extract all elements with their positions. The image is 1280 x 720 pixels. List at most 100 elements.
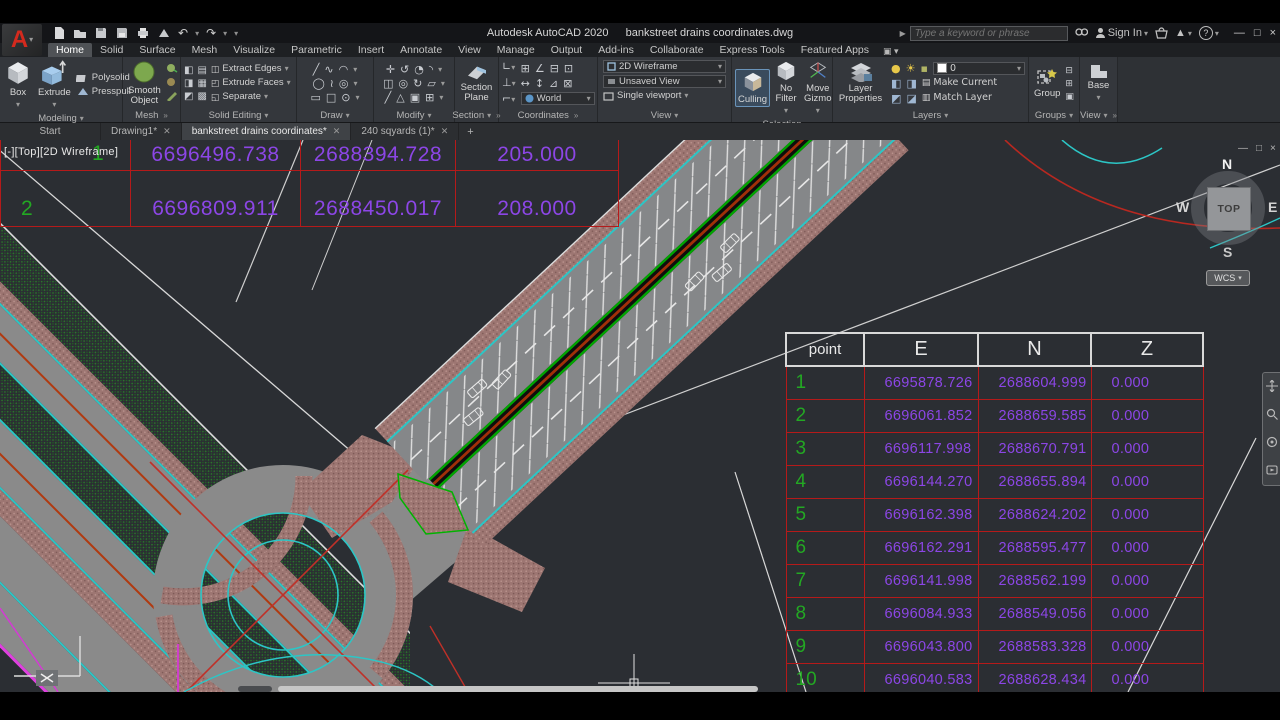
copy-icon[interactable]: ◫ (383, 77, 393, 90)
mirror-icon[interactable]: ◎ (399, 77, 409, 90)
orbit-icon[interactable] (1266, 436, 1278, 451)
hscroll-track-start[interactable] (238, 686, 272, 692)
viewport-config-button[interactable]: Single viewport▾ (603, 90, 726, 102)
new-file-button[interactable] (52, 26, 66, 40)
viewcube-south[interactable]: S (1223, 244, 1232, 260)
arc-icon[interactable]: ◠ (339, 63, 349, 76)
ucs-combo[interactable]: World▾ (521, 92, 595, 105)
search-icon[interactable] (1075, 27, 1088, 39)
polygon-icon[interactable]: □ (326, 91, 336, 104)
thicken-icon[interactable]: ▦ (197, 78, 206, 89)
help-menu[interactable]: ?▾ (1199, 26, 1219, 40)
navigation-bar[interactable] (1262, 372, 1280, 486)
tab-overflow-icon[interactable]: ▣ ▾ (877, 46, 905, 57)
save-as-button[interactable] (115, 26, 129, 40)
plot-button[interactable] (136, 26, 150, 40)
ucs-icon[interactable]: ∟▾ (502, 60, 516, 74)
tab-solid[interactable]: Solid (92, 43, 131, 57)
viewcube-west[interactable]: W (1176, 199, 1189, 215)
layer-off-icon[interactable]: ◩ (891, 92, 901, 105)
pan-icon[interactable] (1266, 380, 1278, 395)
publish-button[interactable] (157, 26, 171, 40)
visual-style-combo[interactable]: 2D Wireframe▾ (603, 60, 726, 73)
mesh-options-icon[interactable] (166, 91, 178, 103)
tab-surface[interactable]: Surface (131, 43, 183, 57)
tab-collaborate[interactable]: Collaborate (642, 43, 712, 57)
ucs-z-icon[interactable]: ⊡ (564, 62, 573, 75)
panel-label-solid-editing[interactable]: Solid Editing▾ (181, 109, 296, 122)
extrude-faces-button[interactable]: ◰Extrude Faces▾ (211, 77, 291, 89)
make-current-button[interactable]: ▤Make Current (922, 77, 997, 89)
tab-visualize[interactable]: Visualize (225, 43, 283, 57)
panel-label-layers[interactable]: Layers▾ (833, 109, 1028, 122)
no-filter-button[interactable]: No Filter▾ (773, 59, 799, 117)
array-icon[interactable]: ⊞ (425, 91, 434, 104)
viewcube-east[interactable]: E (1268, 199, 1277, 215)
group-select-icon[interactable]: ▣ (1065, 91, 1074, 102)
layer-freeze-icon[interactable]: ◨ (906, 77, 916, 90)
close-button[interactable]: × (1270, 143, 1276, 154)
viewcube[interactable]: TOP N S W E (1180, 160, 1276, 256)
shell-icon[interactable]: ▩ (197, 91, 206, 102)
line-icon[interactable]: ╱ (313, 63, 320, 76)
panel-label-mesh[interactable]: Mesh» (123, 109, 180, 122)
ucs-x-icon[interactable]: ∠ (535, 62, 545, 75)
close-icon[interactable]: ✕ (441, 126, 449, 137)
file-tab-240sqyards[interactable]: 240 sqyards (1)*✕ (351, 123, 459, 140)
zoom-icon[interactable] (1266, 408, 1278, 423)
panel-label-modify[interactable]: Modify▾ (374, 109, 454, 122)
horizontal-scrollbar[interactable] (278, 686, 758, 692)
panel-label-coordinates[interactable]: Coordinates» (499, 109, 597, 122)
ucs-named-icon[interactable]: ⊠ (563, 77, 572, 90)
named-view-combo[interactable]: Unsaved View▾ (603, 75, 726, 88)
redo-dropdown-icon[interactable]: ▾ (223, 29, 227, 38)
file-tab-bankstreet[interactable]: bankstreet drains coordinates*✕ (182, 123, 352, 140)
app-menu-button[interactable]: A▾ (2, 24, 42, 56)
match-layer-button[interactable]: ▥Match Layer (922, 92, 992, 104)
culling-button[interactable]: Culling (735, 69, 770, 107)
ucs-y-icon[interactable]: ⊟ (550, 62, 559, 75)
layer-lock-icon[interactable]: ◪ (906, 92, 916, 105)
file-tab-drawing1[interactable]: Drawing1*✕ (101, 123, 182, 140)
intersect-icon[interactable]: ◩ (184, 91, 193, 102)
panel-label-view-output[interactable]: View▾» (1080, 109, 1117, 122)
close-button[interactable]: × (1270, 27, 1276, 39)
app-store-icon[interactable] (1155, 27, 1168, 39)
search-input[interactable] (910, 26, 1068, 41)
section-plane-button[interactable]: Section Plane (458, 62, 495, 104)
extrude-button[interactable]: Extrude▾ (36, 59, 73, 111)
slice-icon[interactable]: ▤ (197, 65, 206, 76)
tab-annotate[interactable]: Annotate (392, 43, 450, 57)
close-icon[interactable]: ✕ (333, 126, 341, 137)
tab-parametric[interactable]: Parametric (283, 43, 350, 57)
restore-button[interactable]: □ (1256, 143, 1262, 154)
ucs-world-icon[interactable]: ⊞ (521, 62, 530, 75)
polyline-icon[interactable]: ∿ (324, 63, 333, 76)
viewport-controls-label[interactable]: [-][Top][2D Wireframe] (4, 146, 118, 158)
redo-button[interactable]: ↷ (206, 26, 216, 40)
erase-icon[interactable]: ╱ (385, 91, 392, 104)
tab-home[interactable]: Home (48, 43, 92, 57)
tab-output[interactable]: Output (543, 43, 591, 57)
save-button[interactable] (94, 26, 108, 40)
explode-icon[interactable]: △ (396, 91, 404, 104)
stretch-icon[interactable]: ▱ (427, 77, 435, 90)
minimize-button[interactable]: — (1234, 27, 1245, 39)
layer-on-icon[interactable]: ● (891, 62, 901, 75)
ucs-view-icon[interactable]: ↕ (535, 77, 544, 90)
ucs-previous-icon[interactable]: ⊥▾ (502, 76, 516, 90)
fillet-icon[interactable]: ◝ (429, 63, 433, 76)
rotate-icon[interactable]: ↺ (400, 63, 409, 76)
undo-dropdown-icon[interactable]: ▾ (195, 29, 199, 38)
tab-manage[interactable]: Manage (489, 43, 543, 57)
panel-label-view[interactable]: View▾ (598, 109, 731, 122)
drawing-area[interactable]: 1 [-][Top][2D Wireframe] 6696496.738 268… (0, 140, 1280, 692)
steering-wheel-icon[interactable] (1266, 464, 1278, 479)
tab-view[interactable]: View (450, 43, 489, 57)
close-icon[interactable]: ✕ (163, 126, 171, 137)
tab-insert[interactable]: Insert (350, 43, 392, 57)
base-button[interactable]: Base▾ (1086, 62, 1112, 104)
restore-button[interactable]: □ (1254, 27, 1261, 39)
trim-icon[interactable]: ◔ (414, 63, 424, 76)
file-tab-start[interactable]: Start (0, 123, 101, 140)
